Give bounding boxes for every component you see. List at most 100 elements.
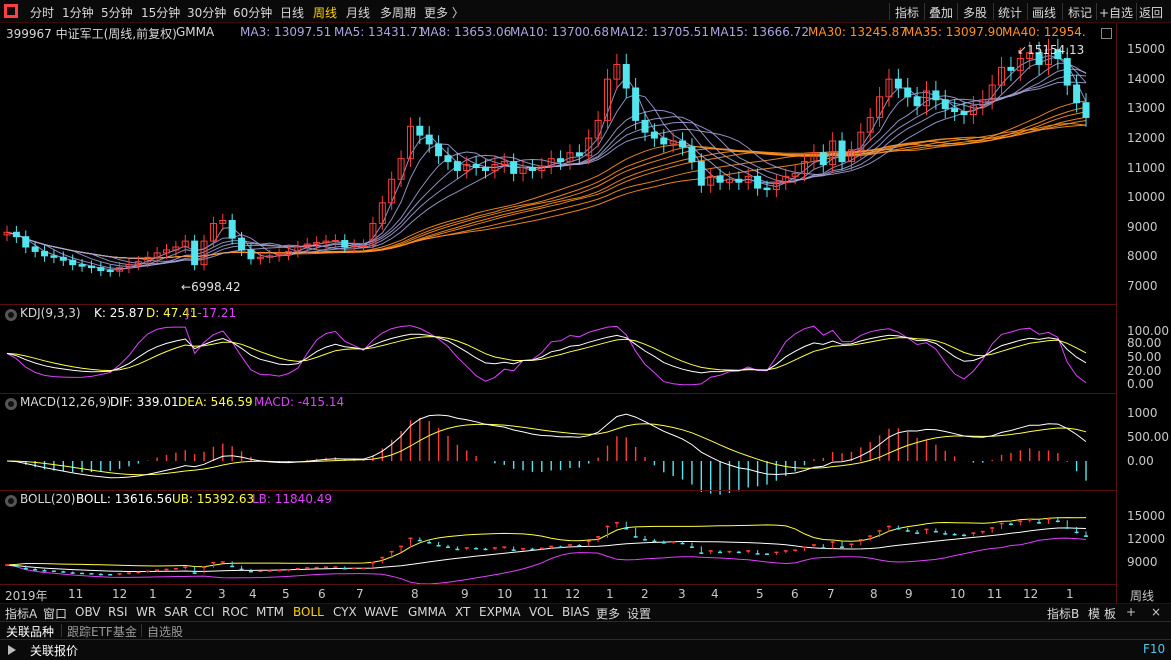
template-ban[interactable]: 板 [1104,605,1116,622]
y-axis-divider [1116,23,1117,603]
candle-body [1082,102,1090,118]
template-mo[interactable]: 模 [1088,605,1100,622]
ma-short-line [6,68,1087,266]
x-tick-label: 2 [185,587,193,601]
kdj-toggle-icon[interactable] [5,309,17,321]
x-tick-label: 2 [641,587,649,601]
candle-body [660,137,668,145]
add-icon[interactable]: + [1126,605,1136,619]
macd-name: MACD(12,26,9) [20,395,112,409]
ma-long-line [6,124,1087,259]
indicator-3[interactable]: RSI [108,605,128,619]
x-tick-label: 7 [827,587,835,601]
ma12-label: MA12: 13705.51 [610,25,709,39]
kdj-j: J: -17.21 [186,306,237,320]
divider [141,624,142,637]
x-tick-label: 3 [218,587,226,601]
indicator-8[interactable]: MTM [256,605,284,619]
indicator-14[interactable]: EXPMA [479,605,521,619]
candle-body [191,240,199,266]
macd-toggle-icon[interactable] [5,398,17,410]
indicator-9[interactable]: BOLL [293,605,324,619]
y-tick: 10000 [1127,190,1166,204]
candle-body [360,245,368,248]
x-tick-label: 10 [497,587,513,601]
indicator-2[interactable]: OBV [75,605,101,619]
f10-button[interactable]: F10 [1143,642,1165,656]
tab-etf[interactable]: 跟踪ETF基金 [67,623,137,640]
indicator-18[interactable]: 设置 [627,605,651,622]
candle-body [425,134,433,145]
candle-body [641,119,649,133]
candle-body [453,161,461,171]
symbol-title: 399967 中证军工(周线,前复权) [6,27,177,41]
indicator-6[interactable]: CCI [194,605,214,619]
candle-body [482,167,490,171]
indicator-13[interactable]: XT [455,605,470,619]
y-tick: 14000 [1127,72,1166,86]
panel-settings-icon[interactable] [1101,28,1112,39]
candle-body [247,249,255,260]
boll-ub: UB: 15392.63 [172,492,255,506]
indicator-15[interactable]: VOL [529,605,553,619]
y-tick: 12000 [1127,131,1166,145]
y-tick: 9000 [1127,220,1158,234]
candle-body [331,240,339,243]
indicator-b[interactable]: 指标B [1047,605,1079,622]
x-tick-label: 1 [149,587,157,601]
candle-body [31,246,39,252]
boll-y-tick: 15000 [1127,509,1166,523]
ma40-label: MA40: 12954. [1002,25,1086,39]
tab-watchlist[interactable]: 自选股 [147,623,183,640]
chart-canvas[interactable] [0,0,1171,660]
indicator-1[interactable]: 窗口 [43,605,67,622]
y-tick: 11000 [1127,161,1166,175]
x-tick-label: 2019年 [5,589,48,603]
boll-lb-line [6,537,1087,585]
indicator-17[interactable]: 更多 [596,605,620,622]
x-tick-label: 1 [1066,587,1074,601]
indicator-5[interactable]: SAR [164,605,188,619]
ma-short-line [6,56,1087,270]
kdj-y-tick: 0.00 [1127,377,1154,391]
macd-dea-line [6,423,1087,476]
candle-body [22,236,30,248]
indicator-7[interactable]: ROC [222,605,248,619]
ma5-label: MA5: 13431.71 [334,25,426,39]
indicator-11[interactable]: WAVE [364,605,398,619]
app-root: 分时 1分钟 5分钟 15分钟 30分钟 60分钟 日线 周线 月线 多周期 更… [0,0,1171,660]
indicator-10[interactable]: CYX [333,605,357,619]
ma-short-line [6,62,1087,268]
x-tick-label: 10 [950,587,966,601]
indicator-4[interactable]: WR [136,605,156,619]
kdj-j-line [6,325,1087,386]
x-tick-label: 12 [112,587,128,601]
candle-body [894,78,902,89]
play-icon[interactable] [8,645,16,655]
indicator-12[interactable]: GMMA [408,605,446,619]
macd-y-tick: 1000 [1127,406,1158,420]
boll-mid-line [6,527,1087,572]
tab-related[interactable]: 关联品种 [6,623,54,640]
ma35-label: MA35: 13097.90 [904,25,1003,39]
boll-y-tick: 9000 [1127,555,1158,569]
candle-body [1073,84,1081,104]
candle-body [951,108,959,113]
indicator-16[interactable]: BIAS [562,605,590,619]
indicator-0[interactable]: 指标A [5,605,37,622]
x-tick-label: 9 [461,587,469,601]
panel-divider [0,304,1116,305]
divider [61,624,62,637]
y-tick: 13000 [1127,101,1166,115]
boll-lb: LB: 11840.49 [252,492,333,506]
boll-toggle-icon[interactable] [5,495,17,507]
close-icon[interactable]: × [1151,605,1161,619]
candle-body [697,161,705,186]
candle-body [735,178,743,183]
candle-body [754,175,762,189]
candle-body [59,256,67,261]
ma-long-line [6,122,1087,259]
panel-divider [0,393,1116,394]
candle-body [960,111,968,116]
candle-body [557,158,565,163]
